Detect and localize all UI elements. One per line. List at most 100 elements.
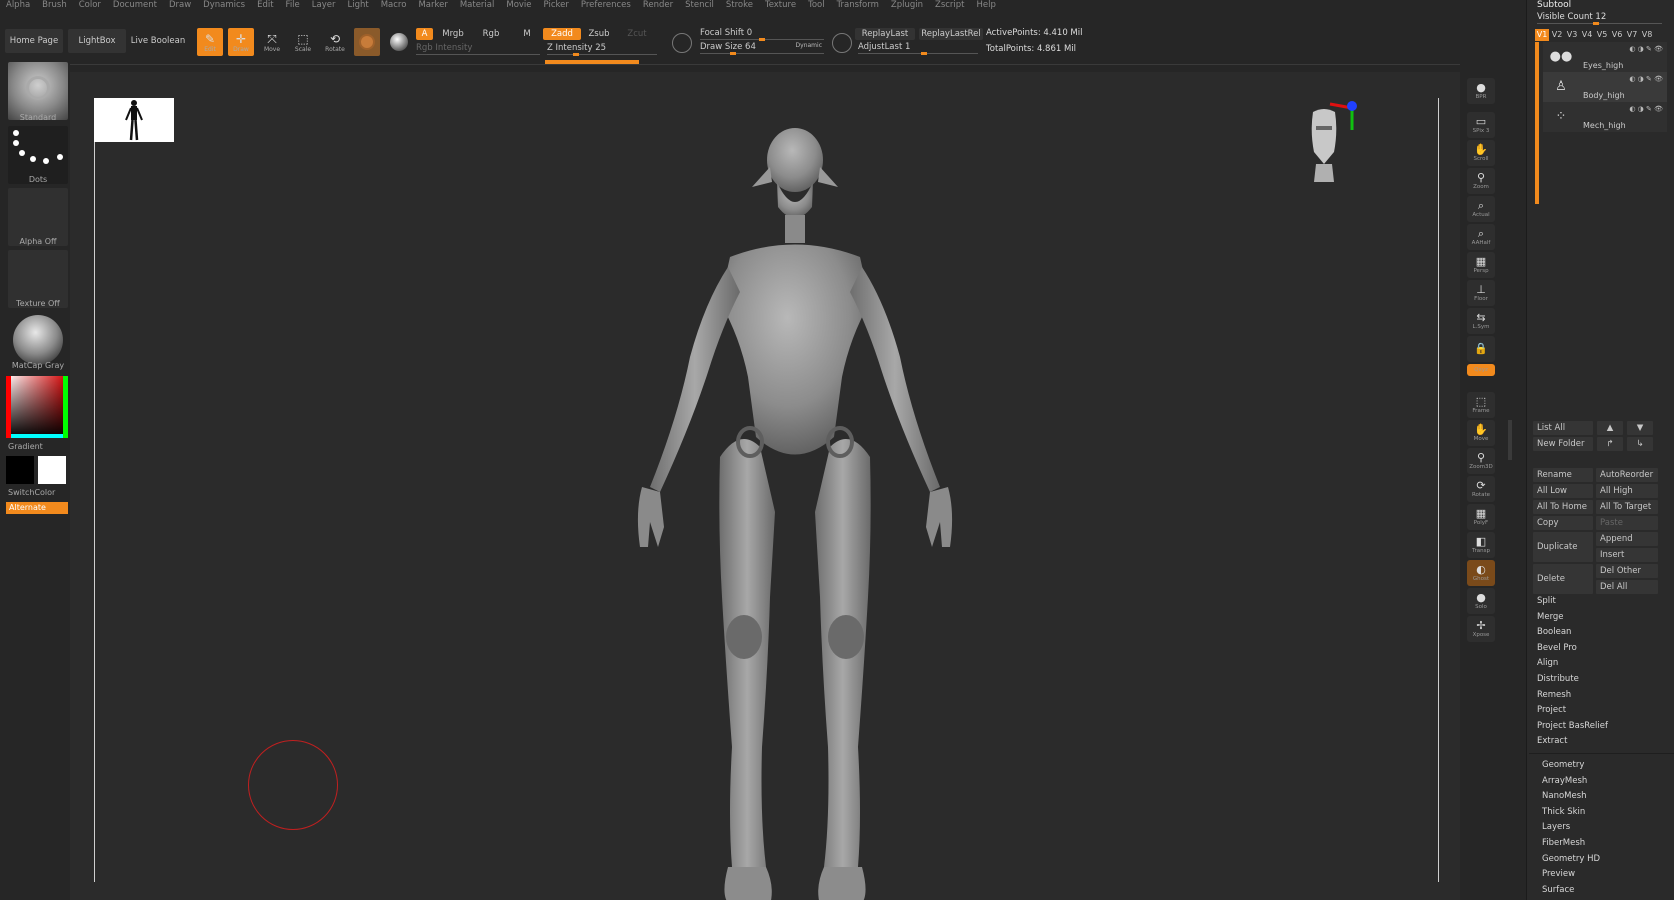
menu-item-dynamics[interactable]: Dynamics bbox=[203, 0, 245, 11]
subtool-scrollbar[interactable] bbox=[1535, 42, 1539, 204]
tab-v1[interactable]: V1 bbox=[1535, 29, 1549, 41]
m-button[interactable]: M bbox=[518, 28, 536, 40]
all-low-button[interactable]: All Low bbox=[1533, 484, 1593, 498]
menu-item-zplugin[interactable]: Zplugin bbox=[891, 0, 923, 11]
all-to-target-button[interactable]: All To Target bbox=[1596, 500, 1658, 514]
tab-v5[interactable]: V5 bbox=[1595, 29, 1609, 41]
folder-in-button[interactable]: ↱ bbox=[1597, 437, 1623, 451]
auto-reorder-button[interactable]: AutoReorder bbox=[1596, 468, 1658, 482]
section-arraymesh[interactable]: ArrayMesh bbox=[1542, 774, 1587, 788]
live-boolean-button[interactable]: Live Boolean bbox=[130, 29, 186, 53]
action-split[interactable]: Split bbox=[1537, 594, 1556, 608]
brush-color-swatch[interactable] bbox=[354, 28, 380, 56]
menu-item-render[interactable]: Render bbox=[643, 0, 673, 11]
aahalf-view-button[interactable]: ⌕ AAHalf bbox=[1467, 224, 1495, 250]
spix-view-button[interactable]: ▭ SPix 3 bbox=[1467, 112, 1495, 138]
menu-item-help[interactable]: Help bbox=[977, 0, 996, 11]
frame-view-button[interactable]: ⬚ Frame bbox=[1467, 392, 1495, 418]
menu-item-picker[interactable]: Picker bbox=[544, 0, 569, 11]
zoom3d-view-button[interactable]: ⚲ Zoom3D bbox=[1467, 448, 1495, 474]
action-align[interactable]: Align bbox=[1537, 656, 1558, 670]
subtool-item[interactable]: ♙ ◐ ◑ ✎ 👁 Body_high bbox=[1543, 72, 1667, 102]
menu-item-transform[interactable]: Transform bbox=[837, 0, 879, 11]
z-intensity-knob[interactable] bbox=[573, 53, 579, 56]
z-intensity-slider[interactable]: Z Intensity 25 bbox=[547, 43, 657, 56]
menu-item-texture[interactable]: Texture bbox=[765, 0, 796, 11]
a-button[interactable]: A bbox=[416, 28, 433, 40]
lock-view-button[interactable]: 🔒 bbox=[1467, 336, 1495, 362]
list-all-button[interactable]: List All bbox=[1533, 421, 1593, 435]
menu-item-brush[interactable]: Brush bbox=[42, 0, 67, 11]
character-model[interactable] bbox=[580, 127, 1010, 900]
tab-v4[interactable]: V4 bbox=[1580, 29, 1594, 41]
action-boolean[interactable]: Boolean bbox=[1537, 625, 1571, 639]
lightbox-button[interactable]: LightBox bbox=[68, 29, 126, 53]
zadd-button[interactable]: Zadd bbox=[543, 28, 581, 40]
rotate-button[interactable]: ⟲ Rotate bbox=[322, 28, 348, 56]
primary-color-swatch[interactable] bbox=[6, 456, 34, 484]
navigation-gizmo[interactable] bbox=[1308, 92, 1378, 182]
action-extract[interactable]: Extract bbox=[1537, 734, 1567, 748]
xyz-view-button[interactable]: Qxyz bbox=[1467, 364, 1495, 376]
actual-view-button[interactable]: ⌕ Actual bbox=[1467, 196, 1495, 222]
secondary-color-swatch[interactable] bbox=[38, 456, 66, 484]
rotate-view-button[interactable]: ⟳ Rotate bbox=[1467, 476, 1495, 502]
focal-shift-knob[interactable] bbox=[759, 38, 765, 41]
action-distribute[interactable]: Distribute bbox=[1537, 672, 1579, 686]
brush-thumbnail[interactable] bbox=[8, 62, 68, 120]
menu-item-marker[interactable]: Marker bbox=[418, 0, 447, 11]
alternate-button[interactable]: Alternate bbox=[6, 502, 68, 514]
new-folder-button[interactable]: New Folder bbox=[1533, 437, 1593, 451]
menu-item-edit[interactable]: Edit bbox=[257, 0, 273, 11]
duplicate-button[interactable]: Duplicate bbox=[1533, 532, 1593, 562]
visible-count-slider[interactable]: Visible Count 12 bbox=[1537, 12, 1662, 25]
menu-item-movie[interactable]: Movie bbox=[506, 0, 531, 11]
lsym-view-button[interactable]: ⇆ L.Sym bbox=[1467, 308, 1495, 334]
edit-button[interactable]: ✎ Edit bbox=[197, 28, 223, 56]
menu-item-draw[interactable]: Draw bbox=[169, 0, 191, 11]
tab-v3[interactable]: V3 bbox=[1565, 29, 1579, 41]
subtool-title[interactable]: Subtool bbox=[1537, 0, 1571, 10]
transp-view-button[interactable]: ◧ Transp bbox=[1467, 532, 1495, 558]
draw-button[interactable]: ✛ Draw bbox=[228, 28, 254, 56]
menu-item-layer[interactable]: Layer bbox=[312, 0, 336, 11]
floor-view-button[interactable]: ⊥ Floor bbox=[1467, 280, 1495, 306]
adjust-last-knob[interactable] bbox=[921, 52, 927, 55]
visibility-eye-icon[interactable]: ◐ ◑ ✎ 👁 bbox=[1629, 45, 1663, 53]
section-surface[interactable]: Surface bbox=[1542, 883, 1574, 897]
rgb-intensity-slider[interactable]: Rgb Intensity bbox=[416, 43, 540, 55]
menu-item-macro[interactable]: Macro bbox=[381, 0, 407, 11]
tab-v8[interactable]: V8 bbox=[1640, 29, 1654, 41]
append-button[interactable]: Append bbox=[1596, 532, 1658, 546]
xpose-view-button[interactable]: ✢ Xpose bbox=[1467, 616, 1495, 642]
all-to-home-button[interactable]: All To Home bbox=[1533, 500, 1593, 514]
menu-item-stroke[interactable]: Stroke bbox=[726, 0, 753, 11]
visibility-eye-icon[interactable]: ◐ ◑ ✎ 👁 bbox=[1629, 105, 1663, 113]
canvas-viewport[interactable] bbox=[70, 72, 1460, 900]
tab-v2[interactable]: V2 bbox=[1550, 29, 1564, 41]
lazy-mouse-icon[interactable] bbox=[832, 33, 852, 53]
ghost-view-button[interactable]: ◐ Ghost bbox=[1467, 560, 1495, 586]
copy-button[interactable]: Copy bbox=[1533, 516, 1593, 530]
section-preview[interactable]: Preview bbox=[1542, 867, 1575, 881]
draw-size-knob[interactable] bbox=[730, 52, 736, 55]
menu-item-light[interactable]: Light bbox=[347, 0, 368, 11]
move-up-button[interactable]: ▲ bbox=[1597, 421, 1623, 435]
menu-item-color[interactable]: Color bbox=[79, 0, 101, 11]
zsub-button[interactable]: Zsub bbox=[584, 28, 614, 40]
action-bevel-pro[interactable]: Bevel Pro bbox=[1537, 641, 1577, 655]
focal-shift-slider[interactable]: Focal Shift 0 bbox=[700, 28, 824, 41]
menu-item-material[interactable]: Material bbox=[460, 0, 495, 11]
move-down-button[interactable]: ▼ bbox=[1627, 421, 1653, 435]
paste-button[interactable]: Paste bbox=[1596, 516, 1658, 530]
scale-button[interactable]: ⬚ Scale bbox=[290, 28, 316, 56]
menu-item-zscript[interactable]: Zscript bbox=[935, 0, 965, 11]
solo-view-button[interactable]: ● Solo bbox=[1467, 588, 1495, 614]
del-other-button[interactable]: Del Other bbox=[1596, 564, 1658, 578]
move-view-button[interactable]: ✋ Move bbox=[1467, 420, 1495, 446]
subtool-item[interactable]: ⁘ ◐ ◑ ✎ 👁 Mech_high bbox=[1543, 102, 1667, 132]
reference-thumbnail[interactable] bbox=[94, 98, 174, 142]
bpr-view-button[interactable]: ● BPR bbox=[1467, 78, 1495, 104]
draw-size-slider[interactable]: Draw Size 64 Dynamic bbox=[700, 42, 824, 55]
visibility-eye-icon[interactable]: ◐ ◑ ✎ 👁 bbox=[1629, 75, 1663, 83]
